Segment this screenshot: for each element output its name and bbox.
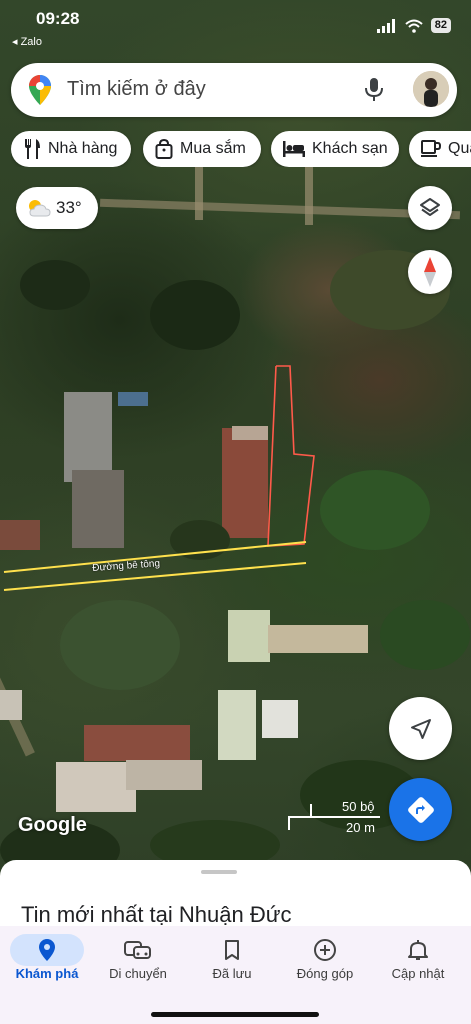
coffee-icon bbox=[421, 140, 441, 157]
back-to-app[interactable]: ◂ Zalo bbox=[12, 35, 42, 48]
status-icons: 82 bbox=[376, 18, 451, 33]
my-location-button[interactable] bbox=[389, 697, 452, 760]
chip-label: Quá bbox=[448, 140, 471, 157]
signal-icon bbox=[376, 18, 395, 33]
nav-label: Cập nhật bbox=[391, 966, 445, 981]
car-icon bbox=[124, 941, 151, 959]
nav-contribute[interactable]: Đóng góp bbox=[278, 926, 372, 996]
battery-indicator: 82 bbox=[430, 18, 451, 33]
chip-restaurants[interactable]: Nhà hàng bbox=[11, 131, 131, 167]
search-input[interactable]: Tìm kiếm ở đây bbox=[67, 78, 206, 101]
nav-explore[interactable]: Khám phá bbox=[0, 926, 94, 996]
bell-icon bbox=[408, 940, 428, 960]
chip-label: Nhà hàng bbox=[48, 140, 118, 157]
avatar[interactable] bbox=[413, 71, 449, 107]
chip-shopping[interactable]: Mua sắm bbox=[143, 131, 261, 167]
parcel-outline bbox=[267, 365, 315, 547]
search-bar[interactable]: Tìm kiếm ở đây bbox=[11, 63, 457, 117]
wifi-icon bbox=[405, 19, 423, 33]
compass-icon bbox=[424, 257, 436, 287]
temperature-label: 33° bbox=[56, 198, 82, 217]
directions-icon bbox=[407, 796, 434, 823]
location-pin-icon bbox=[39, 939, 55, 961]
category-chips: Nhà hàng Mua sắm Khách sạn Quá bbox=[11, 131, 471, 167]
microphone-icon[interactable] bbox=[363, 77, 385, 103]
bottom-navigation: Khám phá Di chuyển Đã lưu Đóng góp Cập n… bbox=[0, 926, 471, 1024]
bookmark-icon bbox=[225, 940, 239, 960]
home-indicator bbox=[151, 1012, 319, 1017]
scale-bar-tick-left bbox=[288, 816, 290, 830]
nav-commute[interactable]: Di chuyển bbox=[91, 926, 185, 996]
weather-badge[interactable]: 33° bbox=[16, 187, 98, 229]
sheet-drag-handle[interactable] bbox=[201, 870, 237, 874]
sheet-title: Tin mới nhất tại Nhuận Đức bbox=[21, 902, 292, 927]
nav-label: Di chuyển bbox=[109, 966, 167, 981]
status-time: 09:28 bbox=[36, 9, 80, 28]
chip-coffee[interactable]: Quá bbox=[409, 131, 471, 167]
directions-button[interactable] bbox=[389, 778, 452, 841]
layers-button[interactable] bbox=[408, 186, 452, 230]
nav-label: Đã lưu bbox=[212, 966, 252, 981]
bed-icon bbox=[283, 141, 305, 157]
fork-knife-icon bbox=[25, 139, 40, 159]
profile-photo-icon bbox=[413, 71, 449, 107]
partly-cloudy-icon bbox=[29, 200, 51, 217]
scale-imperial: 50 bộ bbox=[342, 799, 375, 814]
shopping-bag-icon bbox=[155, 139, 173, 159]
navigation-arrow-icon bbox=[410, 718, 431, 739]
nav-updates[interactable]: Cập nhật bbox=[371, 926, 465, 996]
chip-hotels[interactable]: Khách sạn bbox=[271, 131, 399, 167]
chip-label: Khách sạn bbox=[312, 140, 388, 157]
nav-label: Khám phá bbox=[15, 966, 79, 981]
chip-label: Mua sắm bbox=[180, 140, 246, 157]
nav-saved[interactable]: Đã lưu bbox=[185, 926, 279, 996]
layers-icon bbox=[420, 198, 440, 216]
add-circle-icon bbox=[314, 939, 336, 961]
google-watermark: Google bbox=[18, 814, 87, 836]
compass-button[interactable] bbox=[408, 250, 452, 294]
scale-metric: 20 m bbox=[346, 820, 375, 835]
google-maps-pin-icon bbox=[29, 75, 51, 105]
scale-bar-tick-top bbox=[310, 804, 312, 817]
scale-bar bbox=[288, 816, 380, 818]
nav-label: Đóng góp bbox=[296, 966, 354, 981]
